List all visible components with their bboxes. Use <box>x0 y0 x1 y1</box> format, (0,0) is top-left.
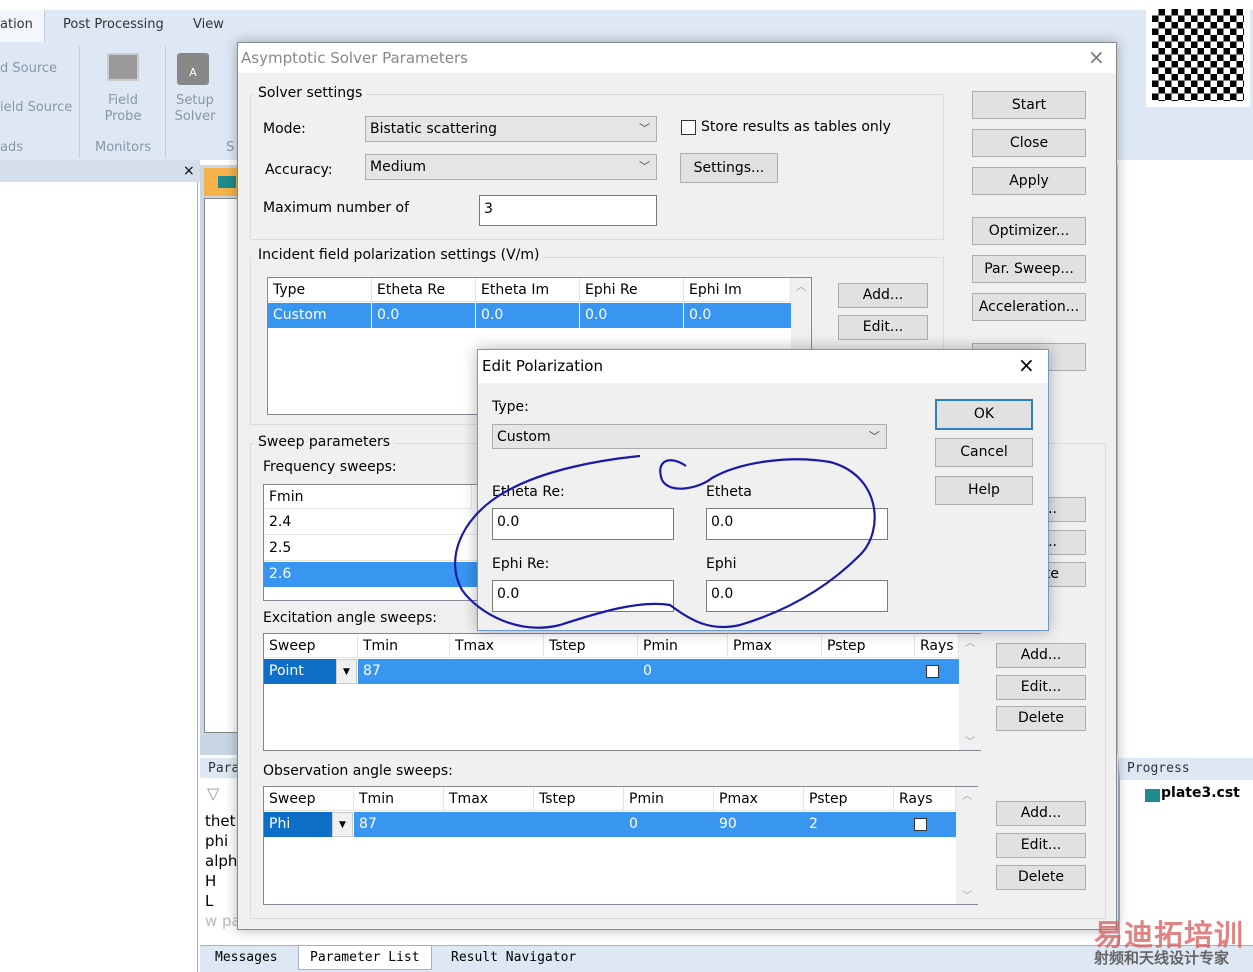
annotation-stroke <box>454 454 876 629</box>
watermark-subtitle: 射频和天线设计专家 <box>1094 949 1230 967</box>
handwritten-annotation <box>454 454 876 629</box>
